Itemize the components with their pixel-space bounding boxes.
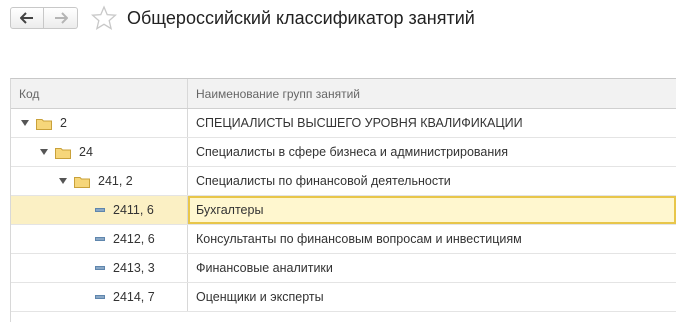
row-code: 2412, 6	[113, 232, 155, 246]
column-header-code[interactable]: Код	[11, 79, 188, 108]
table-row[interactable]: 2412, 6 Консультанты по финансовым вопро…	[11, 225, 676, 254]
row-name: Специалисты в сфере бизнеса и администри…	[196, 145, 509, 159]
folder-icon	[74, 176, 90, 188]
code-cell: 24	[11, 138, 188, 166]
row-name: Финансовые аналитики	[196, 261, 333, 275]
row-name[interactable]: Бухгалтеры	[188, 196, 676, 224]
code-cell: 241, 2	[11, 167, 188, 195]
row-code: 241, 2	[98, 174, 133, 188]
table-row[interactable]: 2 СПЕЦИАЛИСТЫ ВЫСШЕГО УРОВНЯ КВАЛИФИКАЦИ…	[11, 109, 676, 138]
list-item-icon	[95, 208, 105, 212]
row-code: 2411, 6	[113, 203, 154, 217]
code-cell: 2412, 6	[11, 225, 188, 253]
table-row[interactable]: 2413, 3 Финансовые аналитики	[11, 254, 676, 283]
table-header: Код Наименование групп занятий	[11, 79, 676, 109]
row-name: Консультанты по финансовым вопросам и ин…	[196, 232, 522, 246]
list-item-icon	[95, 237, 105, 241]
title-bar: Общероссийский классификатор занятий	[0, 0, 676, 40]
table-row[interactable]: 24 Специалисты в сфере бизнеса и админис…	[11, 138, 676, 167]
classifier-table: Код Наименование групп занятий 2 СПЕЦИАЛ…	[10, 78, 676, 322]
code-cell: 2411, 6	[11, 196, 188, 224]
row-code: 2414, 7	[113, 290, 155, 304]
code-cell: 2	[11, 109, 188, 137]
list-item-icon	[95, 266, 105, 270]
row-code: 2	[60, 116, 67, 130]
row-code: 24	[79, 145, 93, 159]
forward-button[interactable]	[44, 7, 78, 29]
list-item-icon	[95, 295, 105, 299]
row-code: 2413, 3	[113, 261, 155, 275]
collapse-triangle-icon[interactable]	[20, 118, 30, 128]
table-row[interactable]: 241, 2 Специалисты по финансовой деятель…	[11, 167, 676, 196]
row-name: Оценщики и эксперты	[196, 290, 324, 304]
page-title: Общероссийский классификатор занятий	[127, 8, 475, 28]
collapse-triangle-icon[interactable]	[39, 147, 49, 157]
row-name: СПЕЦИАЛИСТЫ ВЫСШЕГО УРОВНЯ КВАЛИФИКАЦИИ	[196, 116, 523, 130]
table-row[interactable]: 2414, 7 Оценщики и эксперты	[11, 283, 676, 312]
arrow-right-icon	[54, 12, 68, 24]
navigation-buttons	[10, 7, 82, 31]
column-header-name[interactable]: Наименование групп занятий	[188, 79, 676, 108]
code-cell: 2414, 7	[11, 283, 188, 311]
folder-icon	[55, 147, 71, 159]
code-cell: 2413, 3	[11, 254, 188, 282]
arrow-left-icon	[20, 12, 33, 24]
row-name: Специалисты по финансовой деятельности	[196, 174, 451, 188]
table-row-selected[interactable]: 2411, 6 Бухгалтеры	[11, 196, 676, 225]
folder-icon	[36, 118, 52, 130]
back-button[interactable]	[10, 7, 44, 29]
star-icon[interactable]	[91, 5, 117, 31]
collapse-triangle-icon[interactable]	[58, 176, 68, 186]
